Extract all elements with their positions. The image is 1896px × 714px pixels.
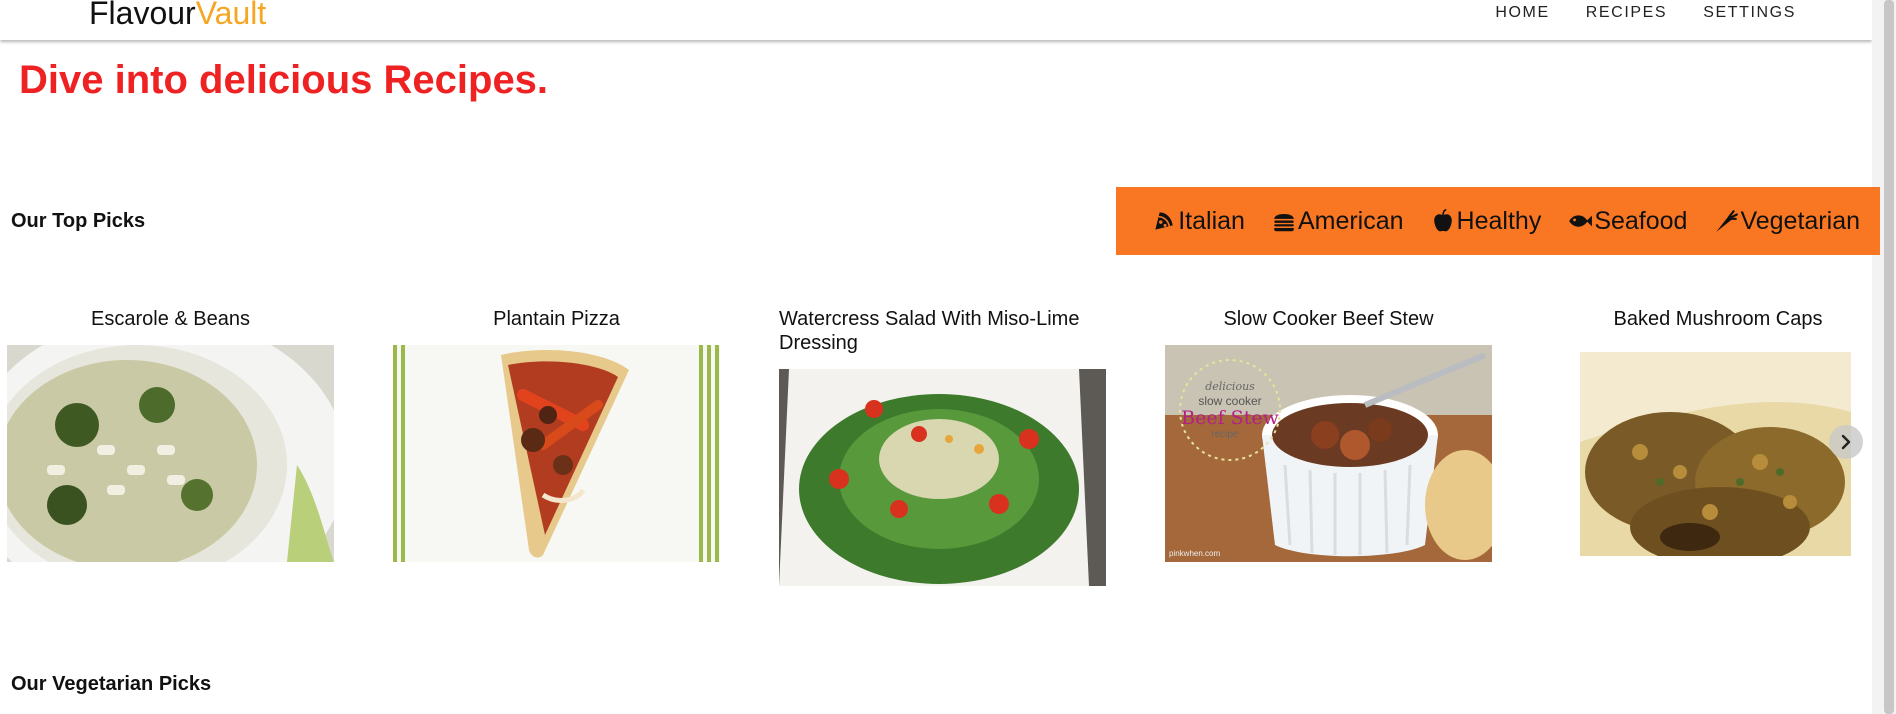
recipe-image[interactable]: delicious slow cooker Beef Stew recipe p… xyxy=(1165,345,1492,562)
cuisine-label: Italian xyxy=(1178,206,1245,235)
recipe-title: Escarole & Beans xyxy=(91,308,250,330)
brand-name-part1: Flavour xyxy=(89,0,196,31)
image-credit: pinkwhen.com xyxy=(1169,549,1220,558)
cuisine-seafood[interactable]: Seafood xyxy=(1567,207,1687,236)
recipe-image[interactable] xyxy=(7,345,334,562)
recipe-card[interactable]: Plantain Pizza xyxy=(393,307,720,331)
cuisine-italian[interactable]: Italian xyxy=(1151,207,1245,236)
hero-heading: Dive into delicious Recipes. xyxy=(19,58,549,102)
recipe-title: Plantain Pizza xyxy=(493,308,620,330)
cuisine-american[interactable]: American xyxy=(1271,207,1404,236)
cuisine-label: Seafood xyxy=(1594,206,1688,235)
recipe-image[interactable] xyxy=(779,369,1106,586)
nav-recipes[interactable]: RECIPES xyxy=(1586,4,1667,22)
cuisine-healthy[interactable]: Healthy xyxy=(1430,206,1542,236)
top-picks-heading: Our Top Picks xyxy=(11,210,146,232)
brand-logo[interactable]: FlavourVault xyxy=(89,0,266,33)
recipe-image[interactable] xyxy=(1580,352,1851,556)
cuisine-label: Vegetarian xyxy=(1740,206,1860,235)
recipe-image[interactable] xyxy=(393,345,720,562)
nav-settings[interactable]: SETTINGS xyxy=(1703,4,1796,22)
carousel-next-button[interactable] xyxy=(1829,425,1863,459)
pizza-icon xyxy=(1155,212,1173,230)
cuisine-label: Healthy xyxy=(1456,206,1542,235)
fish-icon xyxy=(1569,215,1593,227)
vegetarian-picks-heading: Our Vegetarian Picks xyxy=(11,673,212,695)
navbar: FlavourVault HOME RECIPES SETTINGS xyxy=(0,0,1872,40)
recipe-card[interactable]: Escarole & Beans xyxy=(7,307,334,331)
chevron-right-icon xyxy=(1841,434,1851,450)
apple-icon xyxy=(1433,208,1452,232)
image-caption-top: delicious xyxy=(1205,380,1255,393)
cuisine-filter-bar: Italian American Healthy Seafood Vegetar… xyxy=(1116,187,1880,255)
recipe-card[interactable]: Baked Mushroom Caps xyxy=(1558,307,1878,331)
carrot-icon xyxy=(1716,210,1739,232)
burger-icon xyxy=(1274,213,1294,232)
nav-links: HOME RECIPES SETTINGS xyxy=(1495,0,1796,26)
scrollbar-track[interactable] xyxy=(1872,0,1896,714)
cuisine-label: American xyxy=(1297,206,1404,235)
recipe-card[interactable]: Watercress Salad With Miso-Lime Dressing xyxy=(779,307,1109,355)
scrollbar-thumb[interactable] xyxy=(1884,0,1894,714)
recipe-title: Slow Cooker Beef Stew xyxy=(1223,308,1434,330)
recipe-card[interactable]: Slow Cooker Beef Stew xyxy=(1165,307,1492,331)
image-caption-middle: slow cooker xyxy=(1198,394,1261,408)
image-caption-sub: recipe xyxy=(1211,429,1239,440)
brand-name-part2: Vault xyxy=(195,0,267,31)
cuisine-vegetarian[interactable]: Vegetarian xyxy=(1713,207,1860,236)
recipe-title: Baked Mushroom Caps xyxy=(1613,308,1823,330)
recipe-title: Watercress Salad With Miso-Lime Dressing xyxy=(779,308,1080,354)
nav-home[interactable]: HOME xyxy=(1495,4,1549,22)
image-caption-main: Beef Stew xyxy=(1181,407,1279,429)
